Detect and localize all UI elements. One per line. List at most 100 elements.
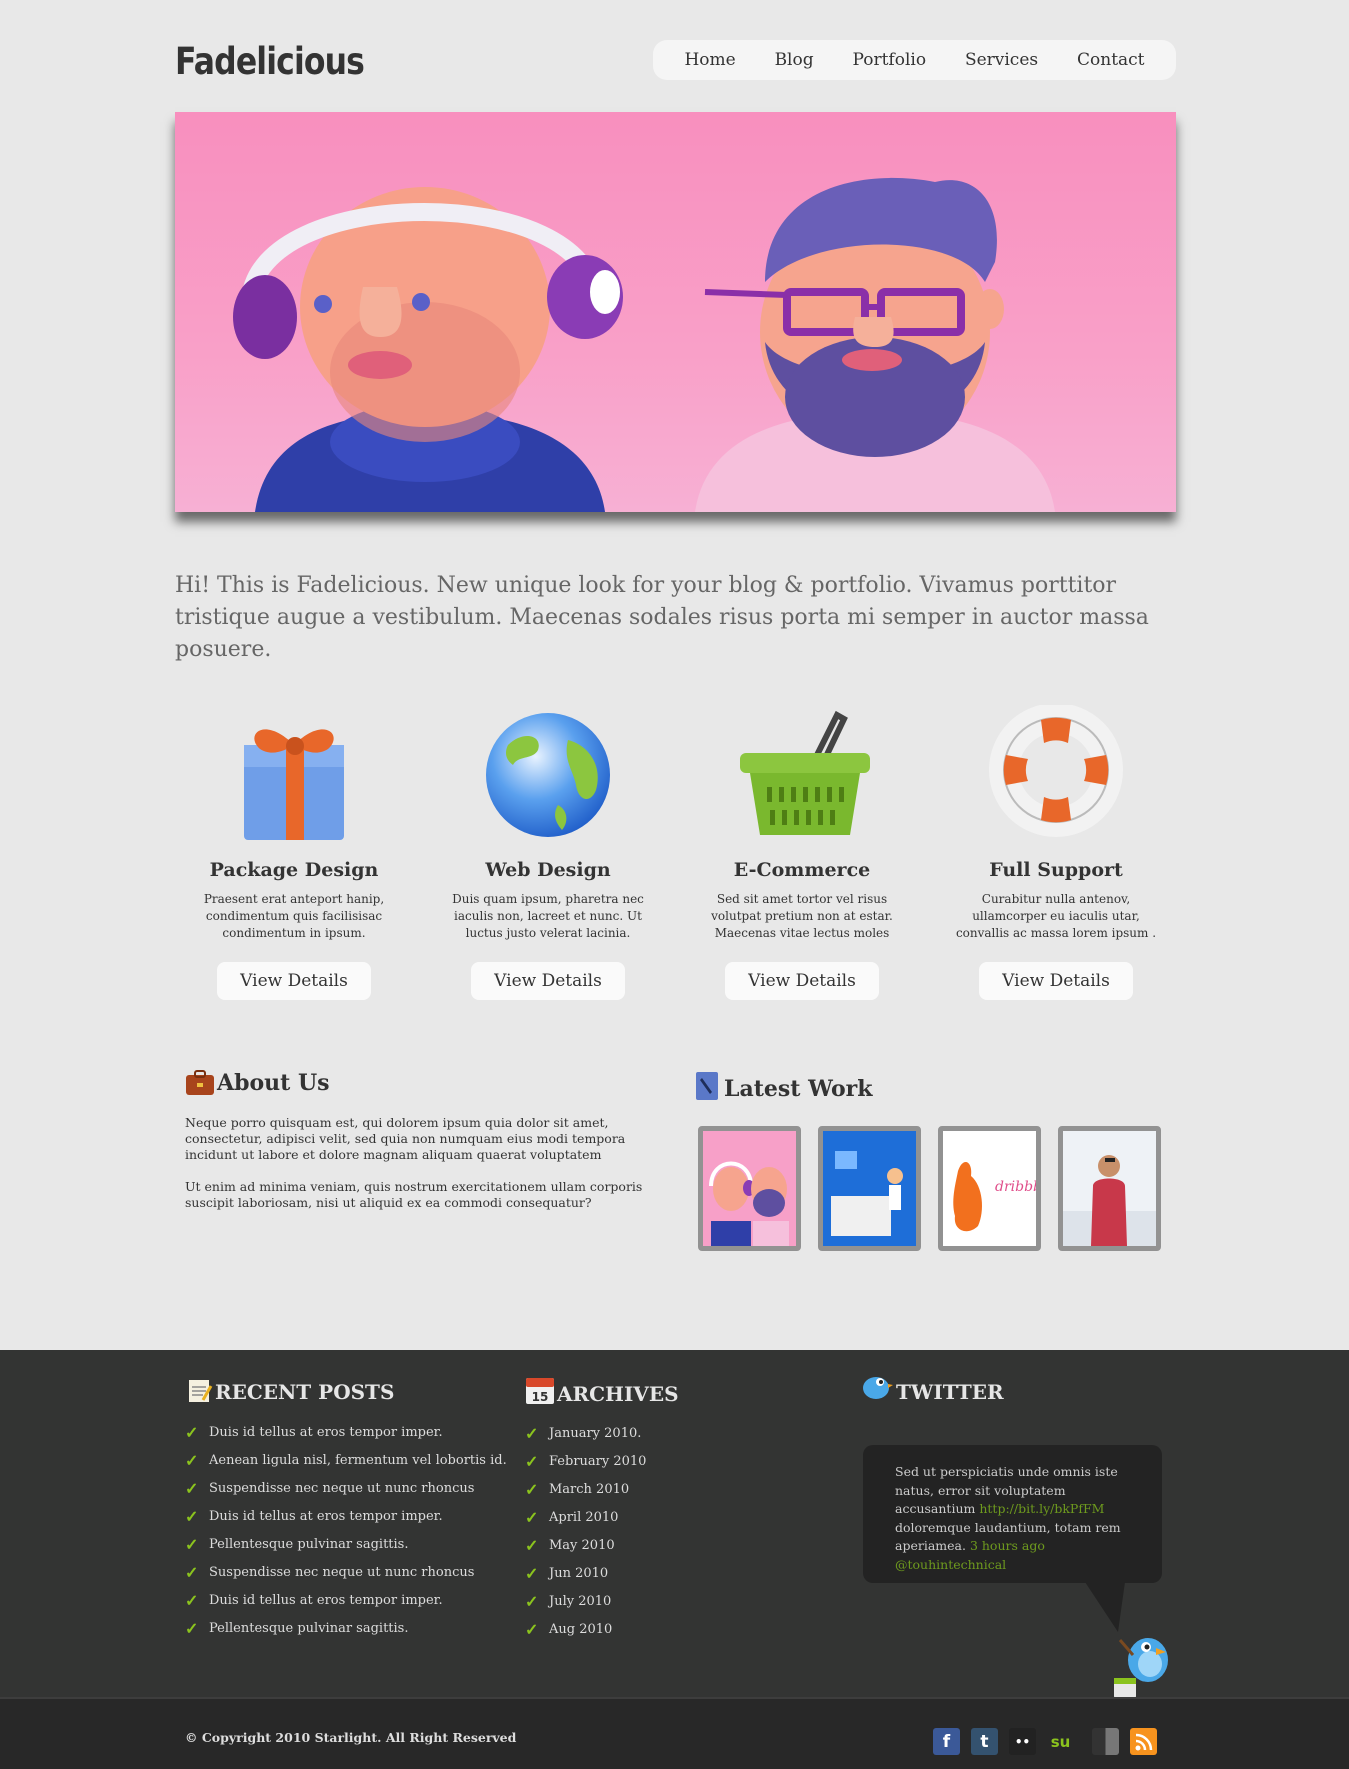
copyright-text: © Copyright 2010 Starlight. All Right Re… [185,1730,517,1745]
portfolio-thumb-4[interactable] [1058,1126,1161,1251]
feature-title: Package Design [209,859,379,881]
check-icon: ✓ [525,1591,539,1611]
portfolio-thumb-3[interactable]: dribbble [938,1126,1041,1251]
check-icon: ✓ [525,1507,539,1527]
tweet-time[interactable]: 3 hours ago [970,1538,1045,1553]
twitter-mascot-icon [1114,1638,1168,1698]
list-item[interactable]: ✓ Pellentesque pulvinar sagittis. [185,1530,507,1558]
list-item[interactable]: ✓ July 2010 [525,1587,646,1615]
feature-title: Full Support [989,859,1123,881]
archive-link[interactable]: February 2010 [549,1454,646,1469]
view-details-button[interactable]: View Details [217,962,371,1000]
globe-icon [478,705,618,845]
list-item[interactable]: ✓ January 2010. [525,1419,646,1447]
recent-posts-list: ✓ Duis id tellus at eros tempor imper. ✓ A… [185,1418,507,1642]
feature-e-commerce: E-Commerce Sed sit amet tortor vel risus… [687,705,917,1000]
list-item[interactable]: ✓ Duis id tellus at eros tempor imper. [185,1418,507,1446]
rss-icon[interactable] [1130,1728,1157,1755]
view-details-button[interactable]: View Details [979,962,1133,1000]
list-item[interactable]: ✓ Suspendisse nec neque ut nunc rhoncus [185,1558,507,1586]
list-item[interactable]: ✓ Aug 2010 [525,1615,646,1643]
tweet-link[interactable]: http://bit.ly/bkPfFM [979,1501,1104,1516]
view-details-button[interactable]: View Details [725,962,879,1000]
archives-title: ARCHIVES [557,1382,679,1406]
post-link[interactable]: Duis id tellus at eros tempor imper. [209,1425,443,1440]
archive-link[interactable]: May 2010 [549,1538,615,1553]
check-icon: ✓ [525,1535,539,1555]
hero-banner [175,112,1176,512]
post-link[interactable]: Duis id tellus at eros tempor imper. [209,1593,443,1608]
archive-link[interactable]: Jun 2010 [549,1566,608,1581]
latest-work-heading: Latest Work [694,1070,873,1102]
archive-link[interactable]: Aug 2010 [549,1622,612,1637]
stumbleupon-icon[interactable]: su [1047,1728,1074,1755]
flickr-icon[interactable]: •• [1009,1728,1036,1755]
recent-posts-title: RECENT POSTS [215,1380,395,1404]
tweet-handle[interactable]: @touhintechnical [895,1557,1006,1572]
svg-text:dribbble: dribbble [995,1179,1036,1195]
post-link[interactable]: Pellentesque pulvinar sagittis. [209,1537,408,1552]
facebook-icon[interactable]: f [933,1728,960,1755]
feature-text: Praesent erat anteport hanip, condimentu… [203,892,385,940]
about-us-text: Neque porro quisquam est, qui dolorem ip… [185,1115,665,1227]
list-item[interactable]: ✓ May 2010 [525,1531,646,1559]
check-icon: ✓ [185,1590,199,1610]
check-icon: ✓ [525,1619,539,1639]
nav-home[interactable]: Home [684,50,735,70]
archive-link[interactable]: January 2010. [549,1426,641,1441]
post-link[interactable]: Suspendisse nec neque ut nunc rhoncus [209,1565,474,1580]
nav-services[interactable]: Services [965,50,1038,70]
archive-link[interactable]: July 2010 [549,1594,611,1609]
list-item[interactable]: ✓ Aenean ligula nisl, fermentum vel lobor… [185,1446,507,1474]
post-link[interactable]: Aenean ligula nisl, fermentum vel lobort… [209,1453,507,1468]
calendar-icon: 15 [526,1378,554,1404]
nav-blog[interactable]: Blog [775,50,814,70]
feature-text: Curabitur nulla antenov, ullamcorper eu … [955,892,1157,940]
lifebuoy-icon [986,703,1126,845]
check-icon: ✓ [185,1534,199,1554]
check-icon: ✓ [185,1422,199,1442]
list-item[interactable]: ✓ Jun 2010 [525,1559,646,1587]
pen-tool-icon [696,1072,718,1100]
tweet-bubble: Sed ut perspiciatis unde omnis iste natu… [863,1445,1162,1583]
check-icon: ✓ [525,1423,539,1443]
twitter-heading: TWITTER [860,1370,1004,1404]
calendar-day: 15 [532,1390,549,1404]
check-icon: ✓ [185,1478,199,1498]
post-link[interactable]: Duis id tellus at eros tempor imper. [209,1509,443,1524]
site-logo[interactable]: Fadelicious [175,40,365,83]
twitter-bird-icon [863,1377,893,1399]
tumblr-icon[interactable]: t [971,1728,998,1755]
nav-portfolio[interactable]: Portfolio [852,50,926,70]
nav-contact[interactable]: Contact [1077,50,1145,70]
list-item[interactable]: ✓ Pellentesque pulvinar sagittis. [185,1614,507,1642]
portfolio-thumb-2[interactable] [818,1126,921,1251]
latest-work-title: Latest Work [724,1076,873,1102]
list-item[interactable]: ✓ April 2010 [525,1503,646,1531]
check-icon: ✓ [185,1618,199,1638]
list-item[interactable]: ✓ Duis id tellus at eros tempor imper. [185,1586,507,1614]
feature-package-design: Package Design Praesent erat anteport ha… [179,705,409,1000]
briefcase-icon [186,1070,214,1095]
check-icon: ✓ [185,1450,199,1470]
about-us-heading: About Us [185,1070,330,1096]
archive-link[interactable]: March 2010 [549,1482,629,1497]
gift-icon [224,705,364,845]
portfolio-thumb-1[interactable] [698,1126,801,1251]
recent-posts-heading: RECENT POSTS [187,1378,394,1404]
list-item[interactable]: ✓ March 2010 [525,1475,646,1503]
check-icon: ✓ [525,1563,539,1583]
check-icon: ✓ [525,1451,539,1471]
about-paragraph-2: Ut enim ad minima veniam, quis nostrum e… [185,1179,643,1210]
list-item[interactable]: ✓ Duis id tellus at eros tempor imper. [185,1502,507,1530]
view-details-button[interactable]: View Details [471,962,625,1000]
list-item[interactable]: ✓ Suspendisse nec neque ut nunc rhoncus [185,1474,507,1502]
feature-title: Web Design [485,859,611,881]
delicious-icon[interactable] [1092,1728,1119,1755]
list-item[interactable]: ✓ February 2010 [525,1447,646,1475]
post-link[interactable]: Pellentesque pulvinar sagittis. [209,1621,408,1636]
archive-link[interactable]: April 2010 [549,1510,618,1525]
intro-text: Hi! This is Fadelicious. New unique look… [175,573,1149,662]
check-icon: ✓ [525,1479,539,1499]
post-link[interactable]: Suspendisse nec neque ut nunc rhoncus [209,1481,474,1496]
